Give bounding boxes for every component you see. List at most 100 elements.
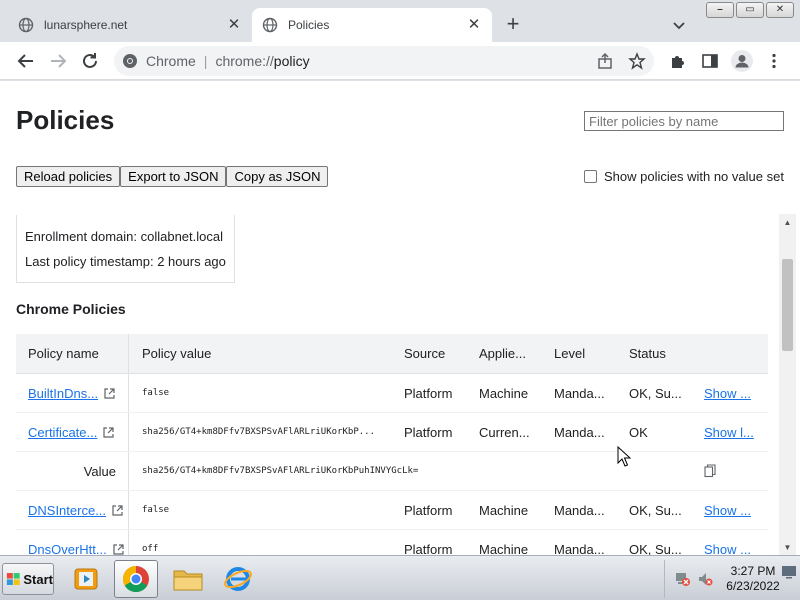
internet-explorer-app[interactable] (216, 560, 260, 598)
copy-icon[interactable] (704, 464, 716, 478)
person-icon (735, 55, 749, 68)
external-link-icon[interactable] (112, 504, 123, 516)
extensions-puzzle-icon[interactable] (669, 52, 687, 70)
page-title: Policies (16, 105, 115, 135)
show-desktop-icon[interactable] (781, 564, 797, 580)
external-link-icon[interactable] (103, 426, 114, 438)
show-unset-toggle[interactable]: Show policies with no value set (584, 169, 784, 184)
media-player-app[interactable] (64, 560, 108, 598)
reload-policies-button[interactable]: Reload policies (16, 166, 121, 187)
table-row: BuiltInDns... false Platform Machine Man… (16, 374, 768, 413)
policy-name-link[interactable]: BuiltInDns... (28, 386, 98, 401)
scrollbar-thumb[interactable] (782, 259, 793, 351)
policy-value-cell: off (142, 544, 159, 554)
minimize-button[interactable]: ⎯ (706, 2, 734, 18)
status-cell: OK, Su... (629, 385, 682, 401)
table-row: DNSInterce... false Platform Machine Man… (16, 491, 768, 530)
system-tray: 3:27 PM 6/23/2022 (664, 560, 800, 598)
level-cell: Manda... (554, 424, 605, 440)
side-panel-icon[interactable] (701, 52, 719, 70)
header-level: Level (554, 346, 586, 361)
vertical-scrollbar[interactable]: ▲ ▼ (779, 214, 796, 555)
policy-name-cell: BuiltInDns... (28, 374, 128, 412)
tab-title: Policies (288, 18, 330, 32)
tab-lunarsphere[interactable]: lunarsphere.net ✕ (8, 8, 252, 42)
file-explorer-app[interactable] (166, 560, 210, 598)
show-more-link[interactable]: Show ... (704, 374, 764, 412)
chrome-app[interactable] (114, 560, 158, 598)
profile-avatar[interactable] (731, 50, 753, 72)
maximize-button[interactable]: ▭ (736, 2, 764, 18)
external-link-icon[interactable] (113, 543, 124, 555)
policy-name-cell: DNSInterce... (28, 491, 128, 529)
reload-icon[interactable] (80, 51, 100, 71)
column-divider (128, 413, 129, 451)
section-title: Chrome Policies (16, 301, 126, 317)
bookmark-star-icon[interactable] (628, 52, 646, 70)
taskbar: Start 3:27 PM 6/23/2022 (0, 555, 800, 600)
table-row: DnsOverHtt... off Platform Machine Manda… (16, 530, 768, 555)
filter-policies-input[interactable] (584, 111, 784, 131)
copy-json-button[interactable]: Copy as JSON (226, 166, 329, 187)
share-icon[interactable] (596, 52, 614, 70)
header-source: Source (404, 346, 446, 361)
status-cell: OK, Su... (629, 502, 682, 518)
mouse-cursor-icon (617, 446, 631, 467)
volume-muted-icon[interactable] (697, 571, 713, 587)
show-more-link[interactable]: Show ... (704, 491, 764, 529)
close-window-button[interactable]: ✕ (766, 2, 794, 18)
column-divider (128, 491, 129, 529)
header-policy-value: Policy value (142, 346, 212, 361)
export-json-button[interactable]: Export to JSON (120, 166, 227, 187)
tab-policies[interactable]: Policies ✕ (252, 8, 492, 42)
value-label: Value (83, 463, 116, 479)
policy-name-link[interactable]: DnsOverHtt... (28, 542, 107, 556)
policy-name-link[interactable]: Certificate... (28, 425, 97, 440)
status-cell: OK (629, 424, 648, 440)
network-error-icon[interactable] (675, 571, 691, 587)
applies-cell: Curren... (479, 424, 530, 440)
source-cell: Platform (404, 541, 453, 556)
globe-icon (262, 17, 278, 33)
site-label: Chrome (146, 53, 196, 69)
enrollment-domain: Enrollment domain: collabnet.local (25, 229, 223, 244)
back-arrow-icon[interactable] (16, 51, 36, 71)
tab-close-icon[interactable]: ✕ (466, 17, 482, 33)
show-less-link[interactable]: Show l... (704, 413, 764, 451)
status-cell: OK, Su... (629, 541, 682, 556)
external-link-icon[interactable] (104, 387, 115, 399)
show-unset-label: Show policies with no value set (604, 169, 784, 184)
show-more-link[interactable]: Show ... (704, 530, 764, 556)
source-cell: Platform (404, 502, 453, 518)
column-divider (128, 452, 129, 490)
applies-cell: Machine (479, 385, 529, 401)
scroll-up-arrow-icon[interactable]: ▲ (779, 214, 796, 231)
action-buttons: Reload policies Export to JSON Copy as J… (16, 166, 329, 187)
chrome-site-icon (123, 54, 137, 68)
clock-time: 3:27 PM (730, 564, 776, 578)
tab-title: lunarsphere.net (44, 18, 128, 32)
address-bar[interactable]: Chrome | chrome:// policy (114, 46, 654, 76)
new-tab-button[interactable]: + (502, 13, 524, 36)
scroll-down-arrow-icon[interactable]: ▼ (779, 539, 796, 555)
policy-name-link[interactable]: DNSInterce... (28, 503, 106, 518)
start-button[interactable]: Start (2, 563, 54, 595)
page-content: Policies Reload policies Export to JSON … (0, 81, 800, 555)
expanded-value-text: sha256/GT4+km8DFfv7BXSPSvAFlARLriUKorKbP… (142, 466, 419, 476)
level-cell: Manda... (554, 541, 605, 556)
more-menu-icon[interactable] (765, 52, 783, 70)
show-unset-checkbox[interactable] (584, 170, 597, 183)
forward-arrow-icon[interactable] (48, 51, 68, 71)
table-row: Certificate... sha256/GT4+km8DFfv7BXSPSv… (16, 413, 768, 452)
policy-value-cell: sha256/GT4+km8DFfv7BXSPSvAFlARLriUKorKbP… (142, 427, 375, 437)
tab-close-icon[interactable]: ✕ (226, 17, 242, 33)
chrome-logo-icon (122, 565, 149, 593)
source-cell: Platform (404, 385, 453, 401)
chevron-down-icon[interactable] (670, 16, 688, 34)
source-cell: Platform (404, 424, 453, 440)
system-clock[interactable]: 3:27 PM 6/23/2022 (723, 564, 783, 594)
policy-value-cell: false (142, 505, 170, 515)
expanded-value-row: Value sha256/GT4+km8DFfv7BXSPSvAFlARLriU… (16, 452, 768, 491)
globe-icon (18, 17, 34, 33)
media-player-icon (74, 568, 98, 590)
